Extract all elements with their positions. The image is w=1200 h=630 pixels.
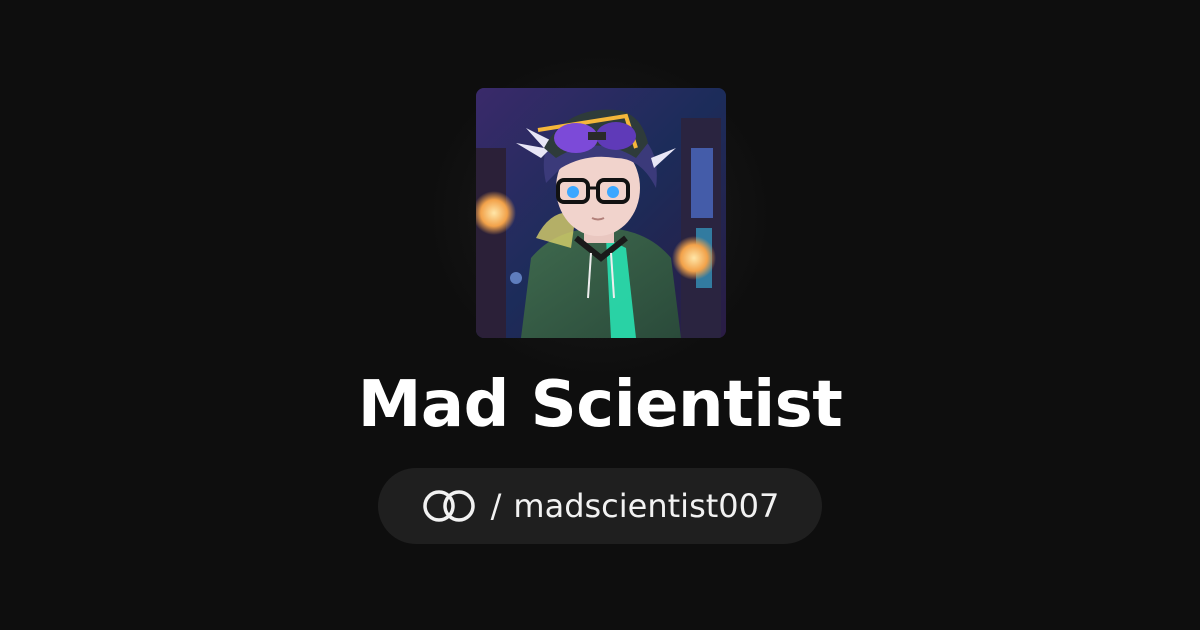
profile-handle-pill[interactable]: / madscientist007 bbox=[378, 468, 822, 544]
linked-rings-logo-icon bbox=[421, 488, 479, 524]
profile-username: madscientist007 bbox=[513, 487, 780, 525]
handle-separator: / bbox=[490, 487, 502, 525]
avatar bbox=[476, 88, 726, 338]
avatar-illustration bbox=[476, 88, 726, 338]
profile-name: Mad Scientist bbox=[357, 368, 843, 442]
profile-card: Mad Scientist / madscientist007 bbox=[0, 0, 1200, 630]
